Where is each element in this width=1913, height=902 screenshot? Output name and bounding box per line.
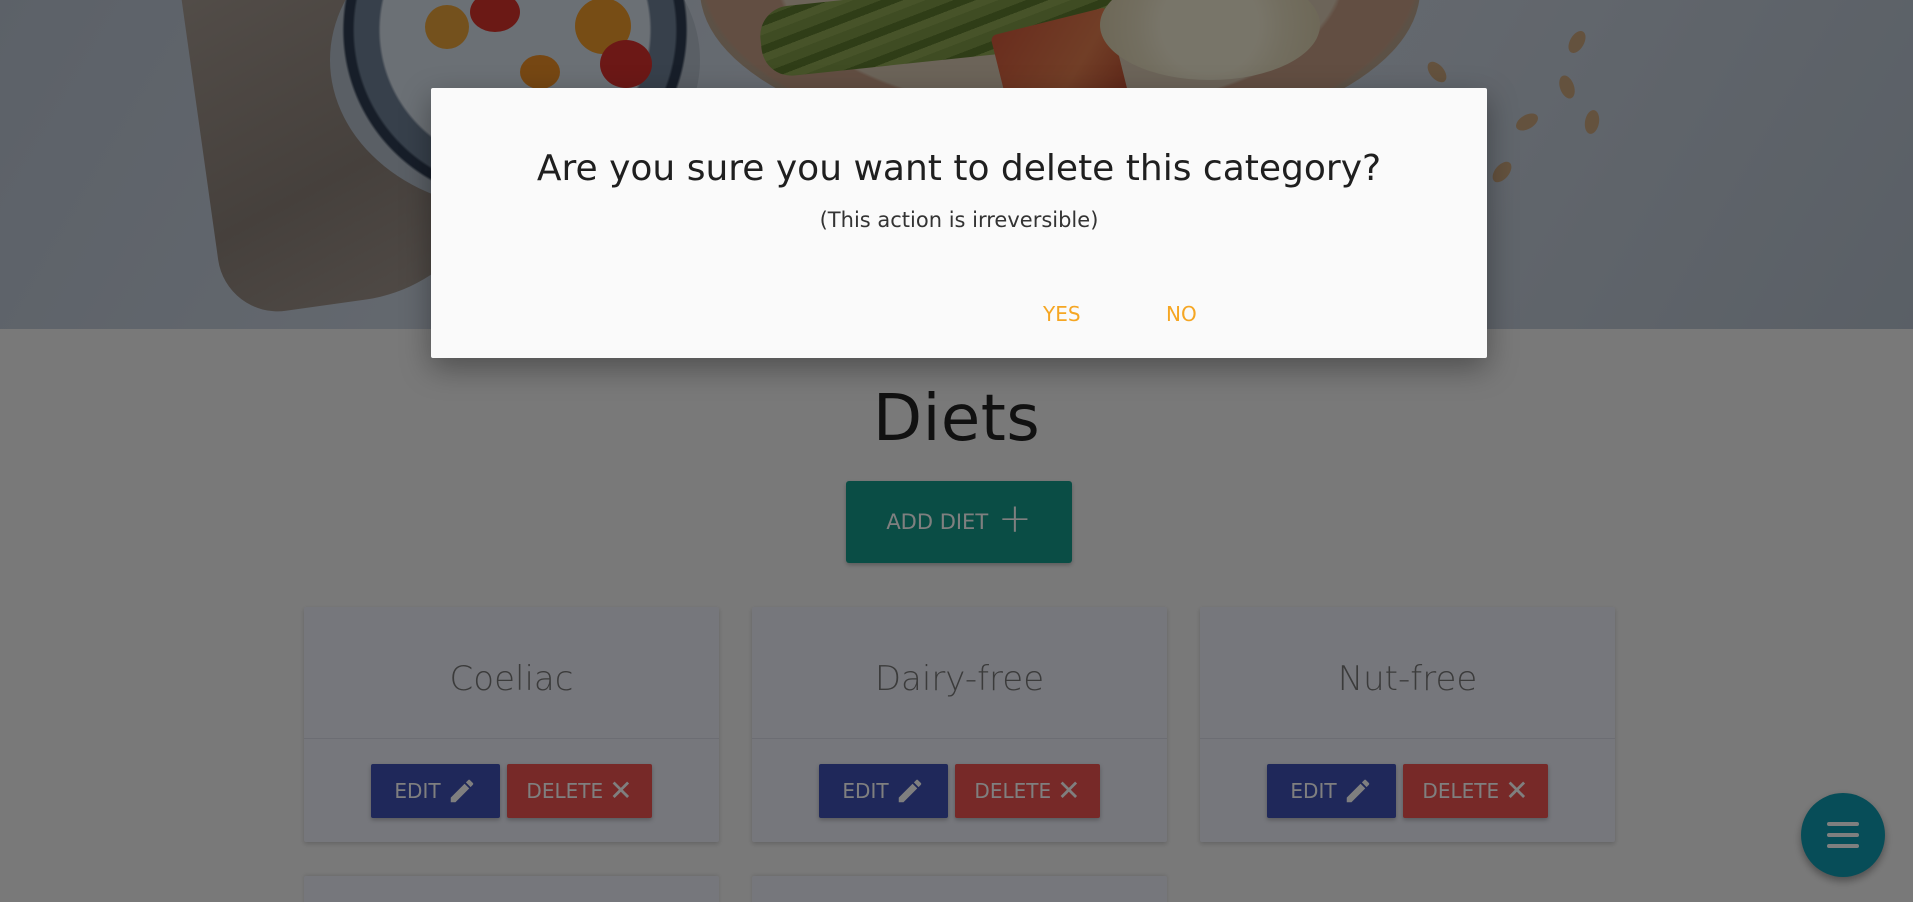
yes-button[interactable]: YES: [1025, 292, 1099, 336]
dialog-subtitle: (This action is irreversible): [819, 208, 1099, 232]
no-button[interactable]: NO: [1148, 292, 1215, 336]
confirm-delete-dialog: Are you sure you want to delete this cat…: [431, 88, 1487, 358]
page: Diets ADD DIET + Coeliac EDIT DELETE ✕ D…: [0, 0, 1913, 902]
dialog-title: Are you sure you want to delete this cat…: [536, 148, 1382, 189]
